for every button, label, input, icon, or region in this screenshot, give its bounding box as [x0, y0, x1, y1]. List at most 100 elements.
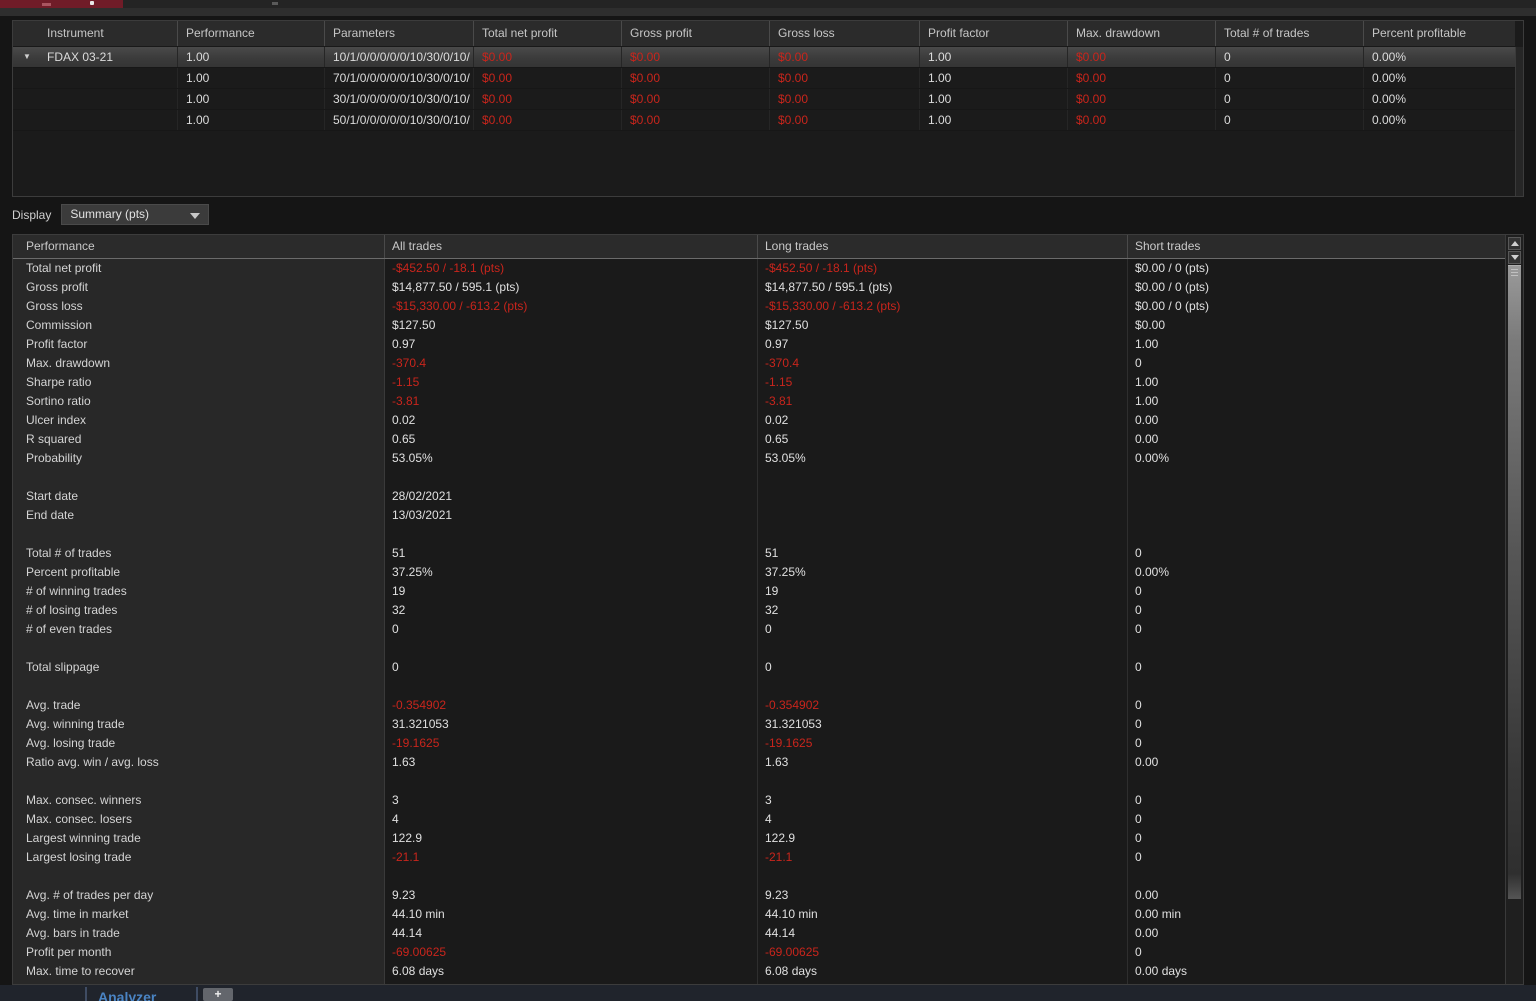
column-header-long-trades[interactable]: Long trades — [758, 235, 1128, 258]
result-row[interactable]: ▼ FDAX 03-21 1.00 10/1/0/0/0/0/0/10/30/0/10… — [13, 47, 1515, 68]
top-table-scrollbar[interactable] — [1515, 47, 1523, 196]
metric-value-all: 44.14 — [385, 924, 758, 943]
cell-max-drawdown: $0.00 — [1068, 89, 1216, 109]
column-header-performance[interactable]: Performance — [178, 21, 325, 46]
column-header-performance[interactable]: Performance — [13, 235, 385, 258]
metric-label: Max. time to recover — [13, 962, 385, 981]
column-header-short-trades[interactable]: Short trades — [1128, 235, 1505, 258]
metric-label: Avg. trade — [13, 696, 385, 715]
perf-row-max-time-to-recover: Max. time to recover 6.08 days 6.08 days 0.… — [13, 962, 1505, 981]
scrollbar-thumb[interactable] — [1508, 265, 1521, 899]
metric-value-short: 0 — [1135, 546, 1142, 560]
metric-value-long: -$15,330.00 / -613.2 (pts) — [758, 297, 1128, 316]
metric-value-all: 0.65 — [385, 430, 758, 449]
cell-gross-loss: $0.00 — [770, 47, 920, 67]
perf-row-sortino-ratio: Sortino ratio -3.81 -3.81 1.00 — [13, 392, 1505, 411]
perf-table-scrollbar[interactable] — [1505, 235, 1523, 984]
metric-label: Ulcer index — [13, 411, 385, 430]
tab-text-glyph — [42, 3, 51, 6]
column-header-all-trades[interactable]: All trades — [385, 235, 758, 258]
metric-label: Max. consec. winners — [13, 791, 385, 810]
metric-label — [13, 772, 385, 791]
column-header-max-drawdown[interactable]: Max. drawdown — [1068, 21, 1216, 46]
metric-label: Avg. losing trade — [13, 734, 385, 753]
add-tab-button[interactable]: + — [203, 988, 233, 1001]
cell-text: $0.00 — [482, 113, 513, 127]
toolbar-strip — [0, 8, 1536, 16]
metric-value-long: -19.1625 — [758, 734, 1128, 753]
perf-table-header: Performance All trades Long trades Short tr… — [13, 235, 1505, 259]
perf-row-gross-loss: Gross loss -$15,330.00 / -613.2 (pts) -$15… — [13, 297, 1505, 316]
column-header-gross-loss[interactable]: Gross loss — [770, 21, 920, 46]
metric-value-all: 53.05% — [385, 449, 758, 468]
cell-text: 1.00 — [186, 113, 210, 127]
cell-gross-profit: $0.00 — [622, 89, 770, 109]
cell-text: 0 — [1224, 50, 1231, 64]
metric-label: Total slippage — [13, 658, 385, 677]
metric-label — [13, 867, 385, 886]
result-row[interactable]: 1.00 50/1/0/0/0/0/0/10/30/0/10/ $0.00 $0.00… — [13, 110, 1515, 131]
metric-label: # of winning trades — [13, 582, 385, 601]
metric-value-all: -1.15 — [385, 373, 758, 392]
cell-text: 0.00% — [1372, 50, 1407, 64]
metric-value-all: 44.10 min — [385, 905, 758, 924]
cell-text: 0 — [1224, 92, 1231, 106]
metric-value-short: 0 — [1135, 717, 1142, 731]
perf-spacer-row — [13, 867, 1505, 886]
metric-label: End date — [13, 506, 385, 525]
result-row[interactable]: 1.00 30/1/0/0/0/0/0/10/30/0/10/ $0.00 $0.00… — [13, 89, 1515, 110]
cell-total-of-trades: 0 — [1216, 89, 1364, 109]
cell-text: 0 — [1224, 113, 1231, 127]
perf-spacer-row — [13, 468, 1505, 487]
result-row[interactable]: 1.00 70/1/0/0/0/0/0/10/30/0/10/ $0.00 $0.00… — [13, 68, 1515, 89]
column-header-parameters[interactable]: Parameters — [325, 21, 474, 46]
metric-value-short — [1128, 772, 1505, 791]
cell-max-drawdown: $0.00 — [1068, 68, 1216, 88]
tab-separator — [196, 987, 198, 1001]
cell-text: 70/1/0/0/0/0/0/10/30/0/10/ — [333, 71, 470, 85]
column-header-profit-factor[interactable]: Profit factor — [920, 21, 1068, 46]
cell-performance: 1.00 — [178, 68, 325, 88]
scroll-down-button[interactable] — [1508, 251, 1521, 264]
cell-instrument — [13, 89, 178, 109]
perf-row-ulcer-index: Ulcer index 0.02 0.02 0.00 — [13, 411, 1505, 430]
triangle-down-icon — [1510, 255, 1519, 260]
metric-value-short: 0 — [1135, 736, 1142, 750]
column-header-total-net-profit[interactable]: Total net profit — [474, 21, 622, 46]
chevron-down-icon — [190, 213, 201, 219]
metric-value-short: $0.00 / 0 (pts) — [1135, 261, 1210, 275]
triangle-up-icon — [1510, 241, 1519, 246]
cell-text: $0.00 — [1076, 92, 1107, 106]
scroll-up-button[interactable] — [1508, 237, 1521, 250]
column-header-percent-profitable[interactable]: Percent profitable — [1364, 21, 1515, 46]
metric-value-short — [1128, 506, 1505, 525]
metric-label: Max. consec. losers — [13, 810, 385, 829]
metric-value-short: 1.00 — [1135, 394, 1159, 408]
perf-row-sharpe-ratio: Sharpe ratio -1.15 -1.15 1.00 — [13, 373, 1505, 392]
cell-text: $0.00 — [778, 113, 809, 127]
column-header-total-of-trades[interactable]: Total # of trades — [1216, 21, 1364, 46]
perf-row-max-drawdown: Max. drawdown -370.4 -370.4 0 — [13, 354, 1505, 373]
cell-gross-loss: $0.00 — [770, 89, 920, 109]
metric-value-short: 0.00% — [1135, 565, 1170, 579]
display-dropdown[interactable]: Summary (pts) — [61, 204, 210, 225]
active-window-tab-partial[interactable] — [0, 0, 123, 8]
top-table-body: ▼ FDAX 03-21 1.00 10/1/0/0/0/0/0/10/30/0/10… — [13, 47, 1515, 131]
cell-gross-profit: $0.00 — [622, 110, 770, 130]
metric-value-long: -69.00625 — [758, 943, 1128, 962]
column-header-instrument[interactable]: Instrument — [13, 21, 178, 46]
column-header-gross-profit[interactable]: Gross profit — [622, 21, 770, 46]
metric-label: Max. drawdown — [13, 354, 385, 373]
cell-text: 1.00 — [186, 92, 210, 106]
cell-gross-profit: $0.00 — [622, 68, 770, 88]
metric-value-long — [758, 468, 1128, 487]
metric-value-all: 37.25% — [385, 563, 758, 582]
expand-arrow-icon[interactable]: ▼ — [23, 47, 31, 67]
inactive-tab-glyph — [272, 2, 278, 5]
metric-value-short: 0 — [1135, 850, 1142, 864]
cell-text: $0.00 — [630, 71, 661, 85]
metric-label — [13, 525, 385, 544]
metric-value-all: 0.02 — [385, 411, 758, 430]
metric-value-long — [758, 867, 1128, 886]
tab-analyzer[interactable]: Analyzer — [98, 989, 156, 1001]
